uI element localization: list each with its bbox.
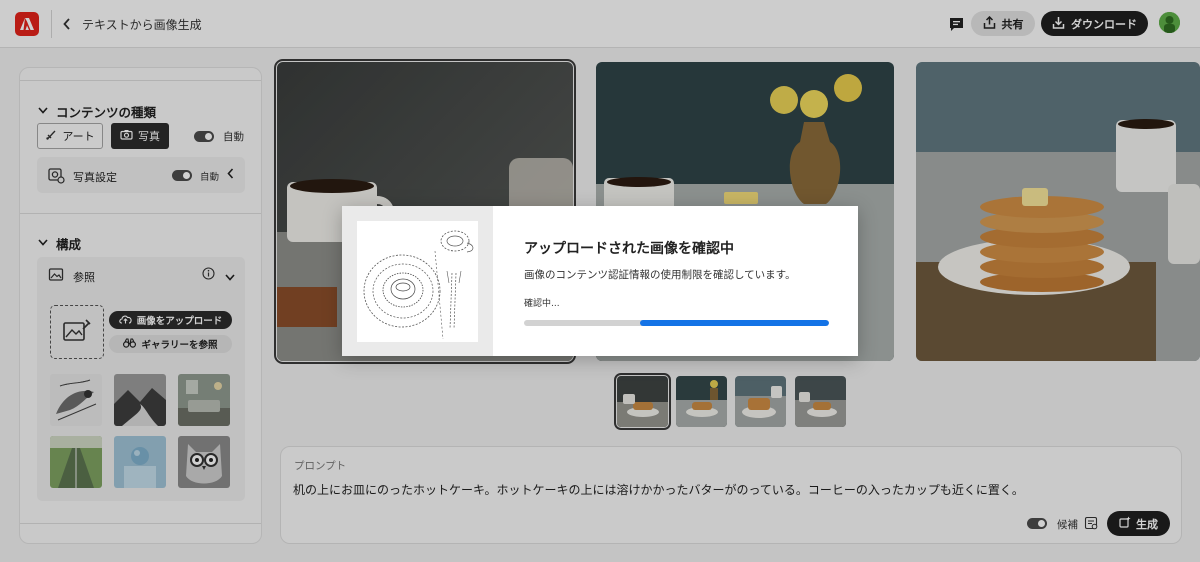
dialog-description: 画像のコンテンツ認証情報の使用制限を確認しています。 — [524, 269, 796, 281]
dialog-title: アップロードされた画像を確認中 — [524, 241, 734, 257]
upload-check-dialog: アップロードされた画像を確認中 画像のコンテンツ認証情報の使用制限を確認していま… — [342, 206, 858, 356]
uploaded-sketch-preview — [357, 221, 478, 342]
dialog-status: 確認中... — [524, 299, 560, 309]
progress-bar — [524, 320, 829, 326]
progress-bar-fill — [639, 320, 829, 326]
uploaded-image-preview-panel — [342, 206, 493, 356]
